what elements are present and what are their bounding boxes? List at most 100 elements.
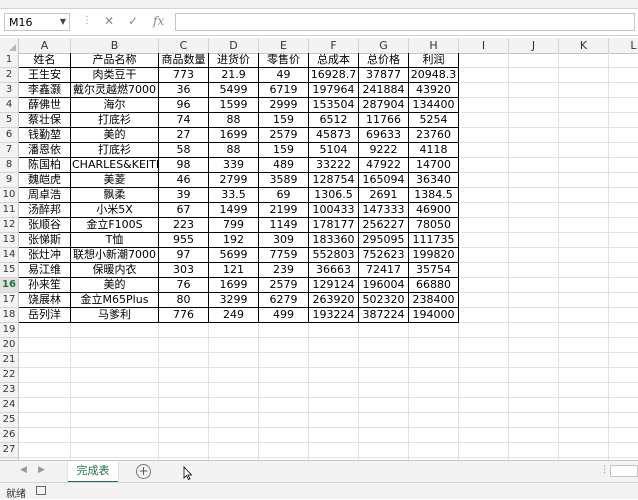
empty-cell[interactable]	[559, 158, 609, 173]
empty-cell[interactable]	[559, 428, 609, 443]
empty-cell[interactable]	[259, 413, 309, 428]
empty-cell[interactable]	[609, 278, 638, 293]
data-cell[interactable]: 魏皑虎	[19, 173, 71, 188]
data-cell[interactable]: 5254	[409, 113, 459, 128]
data-cell[interactable]: 165094	[359, 173, 409, 188]
empty-cell[interactable]	[159, 338, 209, 353]
data-cell[interactable]: 1384.5	[409, 188, 459, 203]
data-cell[interactable]: 241884	[359, 83, 409, 98]
empty-cell[interactable]	[609, 113, 638, 128]
data-cell[interactable]: 周卓浩	[19, 188, 71, 203]
data-cell[interactable]: 2579	[259, 278, 309, 293]
data-cell[interactable]: 96	[159, 98, 209, 113]
empty-cell[interactable]	[459, 293, 509, 308]
empty-cell[interactable]	[509, 323, 559, 338]
empty-cell[interactable]	[19, 383, 71, 398]
data-cell[interactable]: 287904	[359, 98, 409, 113]
data-cell[interactable]: 36663	[309, 263, 359, 278]
empty-cell[interactable]	[609, 68, 638, 83]
data-cell[interactable]: 张灶冲	[19, 248, 71, 263]
empty-cell[interactable]	[509, 413, 559, 428]
empty-cell[interactable]	[309, 383, 359, 398]
data-cell[interactable]: 489	[259, 158, 309, 173]
row-header[interactable]: 15	[0, 263, 19, 278]
empty-cell[interactable]	[459, 203, 509, 218]
empty-cell[interactable]	[509, 308, 559, 323]
empty-cell[interactable]	[309, 368, 359, 383]
empty-cell[interactable]	[209, 428, 259, 443]
empty-cell[interactable]	[309, 398, 359, 413]
empty-cell[interactable]	[409, 398, 459, 413]
row-header[interactable]: 24	[0, 398, 19, 413]
header-cell[interactable]: 姓名	[19, 53, 71, 68]
data-cell[interactable]: 3589	[259, 173, 309, 188]
row-header[interactable]: 13	[0, 233, 19, 248]
empty-cell[interactable]	[509, 188, 559, 203]
row-header[interactable]: 18	[0, 308, 19, 323]
data-cell[interactable]: 121	[209, 263, 259, 278]
empty-cell[interactable]	[409, 353, 459, 368]
data-cell[interactable]: 66880	[409, 278, 459, 293]
data-cell[interactable]: 5699	[209, 248, 259, 263]
empty-cell[interactable]	[609, 203, 638, 218]
empty-cell[interactable]	[559, 413, 609, 428]
empty-cell[interactable]	[259, 383, 309, 398]
empty-cell[interactable]	[459, 113, 509, 128]
data-cell[interactable]: 88	[209, 143, 259, 158]
data-cell[interactable]: 196004	[359, 278, 409, 293]
data-cell[interactable]: 178177	[309, 218, 359, 233]
empty-cell[interactable]	[459, 353, 509, 368]
empty-cell[interactable]	[609, 98, 638, 113]
data-cell[interactable]: 249	[209, 308, 259, 323]
empty-cell[interactable]	[609, 428, 638, 443]
empty-cell[interactable]	[509, 83, 559, 98]
data-cell[interactable]: 197964	[309, 83, 359, 98]
data-cell[interactable]: 14700	[409, 158, 459, 173]
empty-cell[interactable]	[509, 428, 559, 443]
empty-cell[interactable]	[359, 383, 409, 398]
empty-cell[interactable]	[609, 323, 638, 338]
empty-cell[interactable]	[409, 428, 459, 443]
data-cell[interactable]: 153504	[309, 98, 359, 113]
data-cell[interactable]: CHARLES&KEITH	[71, 158, 159, 173]
empty-cell[interactable]	[409, 443, 459, 458]
header-cell[interactable]: 总成本	[309, 53, 359, 68]
empty-cell[interactable]	[509, 383, 559, 398]
empty-cell[interactable]	[509, 353, 559, 368]
header-cell[interactable]: 总价格	[359, 53, 409, 68]
empty-cell[interactable]	[559, 143, 609, 158]
column-header-b[interactable]: B	[71, 38, 159, 53]
row-header[interactable]: 8	[0, 158, 19, 173]
empty-cell[interactable]	[19, 443, 71, 458]
tab-next-icon[interactable]: ▶	[38, 465, 45, 475]
header-cell[interactable]: 零售价	[259, 53, 309, 68]
data-cell[interactable]: 1149	[259, 218, 309, 233]
empty-cell[interactable]	[159, 323, 209, 338]
data-cell[interactable]: 打底衫	[71, 113, 159, 128]
empty-cell[interactable]	[609, 293, 638, 308]
data-cell[interactable]: 76	[159, 278, 209, 293]
data-cell[interactable]: 小米5X	[71, 203, 159, 218]
data-cell[interactable]: 39	[159, 188, 209, 203]
name-box[interactable]: M16 ▼	[4, 13, 70, 31]
cancel-icon[interactable]: ✕	[104, 14, 114, 28]
empty-cell[interactable]	[459, 338, 509, 353]
data-cell[interactable]: 1599	[209, 98, 259, 113]
empty-cell[interactable]	[459, 428, 509, 443]
data-cell[interactable]: 309	[259, 233, 309, 248]
data-cell[interactable]: 111735	[409, 233, 459, 248]
column-header-e[interactable]: E	[259, 38, 309, 53]
data-cell[interactable]: 35754	[409, 263, 459, 278]
column-header-j[interactable]: J	[509, 38, 559, 53]
empty-cell[interactable]	[559, 113, 609, 128]
empty-cell[interactable]	[559, 353, 609, 368]
empty-cell[interactable]	[509, 68, 559, 83]
data-cell[interactable]: 36	[159, 83, 209, 98]
data-cell[interactable]: 联想小新潮7000	[71, 248, 159, 263]
empty-cell[interactable]	[459, 413, 509, 428]
data-cell[interactable]: 1699	[209, 128, 259, 143]
data-cell[interactable]: 192	[209, 233, 259, 248]
empty-cell[interactable]	[559, 83, 609, 98]
empty-cell[interactable]	[359, 368, 409, 383]
formula-input[interactable]	[175, 13, 635, 31]
